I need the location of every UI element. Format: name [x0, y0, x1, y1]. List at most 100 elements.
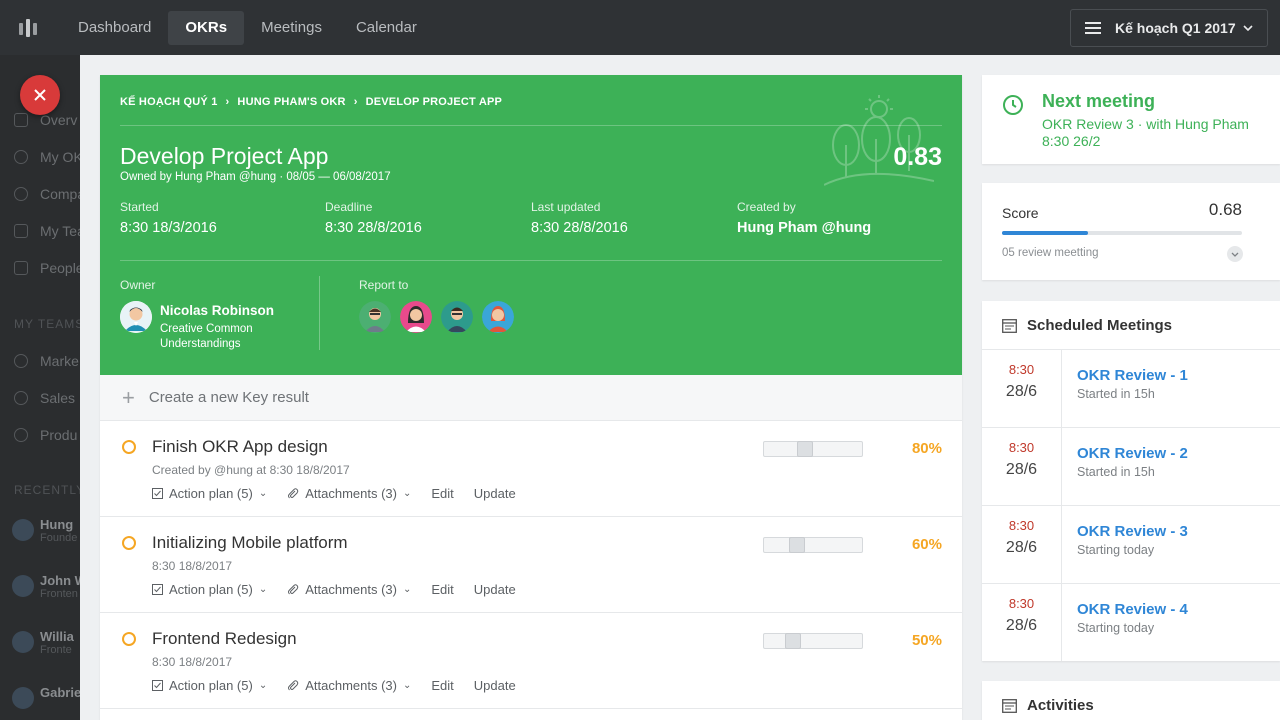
meeting-item[interactable]: 8:30 28/6 OKR Review - 1 Started in 15h	[982, 349, 1280, 427]
sidebar-team-marketing[interactable]: Marke	[14, 353, 79, 369]
team-icon	[14, 354, 28, 368]
sidebar-user[interactable]: Hung Founde	[12, 517, 77, 544]
team-icon	[14, 224, 28, 238]
nav-dashboard[interactable]: Dashboard	[61, 11, 168, 45]
avatar	[12, 575, 34, 597]
plan-dropdown[interactable]: Kế hoạch Q1 2017	[1070, 9, 1268, 47]
update-link[interactable]: Update	[474, 486, 516, 501]
key-result-title[interactable]: Frontend Redesign	[152, 629, 297, 649]
meeting-item[interactable]: 8:30 28/6 OKR Review - 4 Starting today	[982, 583, 1280, 661]
attachments-dropdown[interactable]: Attachments (3) ⌄	[287, 678, 411, 693]
key-result-row[interactable]: Initializing Mobile platform 8:30 18/8/2…	[100, 517, 962, 613]
action-plan-dropdown[interactable]: Action plan (5) ⌄	[152, 678, 267, 693]
key-result-actions: Action plan (5) ⌄ Attachments (3) ⌄ Edit U…	[152, 486, 536, 501]
sidebar-item-my-team[interactable]: My Tea	[14, 223, 80, 239]
divider	[120, 260, 942, 261]
chevron-down-icon: ⌄	[258, 680, 268, 691]
nav-okrs[interactable]: OKRs	[168, 10, 245, 45]
company-icon	[14, 187, 28, 201]
plus-icon: +	[122, 384, 135, 410]
app-logo[interactable]	[0, 0, 55, 55]
breadcrumb-item[interactable]: KẾ HOẠCH QUÝ 1	[120, 96, 218, 108]
sidebar-team-product[interactable]: Produ	[14, 427, 77, 443]
meeting-item[interactable]: 8:30 28/6 OKR Review - 3 Starting today	[982, 505, 1280, 583]
key-result-created: 8:30 18/8/2017	[152, 559, 233, 573]
meeting-name[interactable]: OKR Review - 1	[1077, 367, 1188, 384]
activities-card: Activities	[982, 681, 1280, 720]
owner-avatar[interactable]	[120, 301, 152, 333]
sidebar-team-sales[interactable]: Sales	[14, 390, 75, 406]
avatar	[12, 519, 34, 541]
chevron-down-icon: ⌄	[402, 584, 412, 595]
progress-slider[interactable]	[763, 633, 863, 649]
meeting-name[interactable]: OKR Review - 2	[1077, 445, 1188, 462]
meeting-item[interactable]: 8:30 28/6 OKR Review - 2 Started in 15h	[982, 427, 1280, 505]
action-plan-dropdown[interactable]: Action plan (5) ⌄	[152, 582, 267, 597]
edit-link[interactable]: Edit	[431, 678, 453, 693]
key-result-row[interactable]: Frontend Redesign 8:30 18/8/2017 Action …	[100, 613, 962, 709]
create-key-result-label: Create a new Key result	[148, 389, 309, 406]
score-value: 0.68	[1208, 200, 1242, 219]
slider-handle[interactable]	[785, 633, 801, 649]
edit-link[interactable]: Edit	[431, 486, 453, 501]
sidebar-user[interactable]: John WFronten	[12, 573, 80, 600]
progress-percent: 80%	[911, 440, 942, 457]
status-circle-icon[interactable]	[122, 536, 136, 550]
key-result-title[interactable]: Initializing Mobile platform	[152, 533, 348, 553]
sidebar-user[interactable]: Gabrie	[12, 685, 80, 709]
avatar	[12, 687, 34, 709]
action-plan-dropdown[interactable]: Action plan (5) ⌄	[152, 486, 267, 501]
create-key-result-button[interactable]: + Create a new Key result	[100, 375, 962, 421]
meeting-datetime: 8:30 28/6	[982, 350, 1062, 427]
key-result-row[interactable]: Finish OKR App design Created by @hung a…	[100, 421, 962, 517]
nav-meetings[interactable]: Meetings	[244, 11, 339, 45]
status-circle-icon[interactable]	[122, 440, 136, 454]
progress-slider[interactable]	[763, 441, 863, 457]
main-nav: Dashboard OKRs Meetings Calendar	[61, 0, 434, 55]
close-button[interactable]	[20, 75, 60, 115]
sidebar-section-recent: RECENTLY U	[14, 483, 80, 497]
breadcrumb-separator-icon: ›	[353, 96, 358, 108]
edit-link[interactable]: Edit	[431, 582, 453, 597]
expand-button[interactable]	[1227, 246, 1243, 262]
attachments-dropdown[interactable]: Attachments (3) ⌄	[287, 486, 411, 501]
overview-icon	[14, 113, 28, 127]
owner-label: Owner	[120, 278, 156, 292]
breadcrumb-item[interactable]: HUNG PHAM'S OKR	[237, 96, 345, 108]
meeting-status: Started in 15h	[1077, 387, 1155, 401]
progress-slider[interactable]	[763, 537, 863, 553]
owner-name[interactable]: Nicolas Robinson	[160, 303, 274, 318]
report-to-label: Report to	[359, 278, 409, 292]
nav-calendar[interactable]: Calendar	[339, 11, 434, 45]
meeting-status: Starting today	[1077, 543, 1155, 557]
attachments-dropdown[interactable]: Attachments (3) ⌄	[287, 582, 411, 597]
avatar[interactable]	[482, 301, 514, 333]
status-circle-icon[interactable]	[122, 632, 136, 646]
slider-handle[interactable]	[797, 441, 813, 457]
breadcrumb-item[interactable]: DEVELOP PROJECT APP	[366, 96, 502, 108]
sidebar-item-overview[interactable]: Overv	[14, 112, 77, 128]
next-meeting-card[interactable]: Next meeting OKR Review 3 · with Hung Ph…	[982, 75, 1280, 164]
meeting-name[interactable]: OKR Review - 4	[1077, 601, 1188, 618]
scheduled-meetings-header: Scheduled Meetings	[1002, 317, 1172, 334]
meeting-name[interactable]: OKR Review - 3	[1077, 523, 1188, 540]
sidebar-item-people[interactable]: People	[14, 260, 80, 276]
avatar[interactable]	[441, 301, 473, 333]
key-result-created: Created by @hung at 8:30 18/8/2017	[152, 463, 350, 477]
meta-deadline: Deadline 8:30 28/8/2016	[325, 200, 422, 236]
sidebar-item-my-okrs[interactable]: My OK	[14, 149, 80, 165]
okr-title: Develop Project App	[120, 143, 329, 169]
avatar[interactable]	[359, 301, 391, 333]
sidebar-user[interactable]: Willia Fronte	[12, 629, 74, 656]
update-link[interactable]: Update	[474, 582, 516, 597]
activities-header: Activities	[1002, 697, 1094, 714]
heart-icon	[14, 150, 28, 164]
key-result-title[interactable]: Finish OKR App design	[152, 437, 328, 457]
slider-handle[interactable]	[789, 537, 805, 553]
scheduled-meetings-card: Scheduled Meetings 8:30 28/6 OKR Review -…	[982, 301, 1280, 661]
sidebar-item-company[interactable]: Compa	[14, 186, 80, 202]
score-label: Score	[1002, 205, 1039, 221]
avatar[interactable]	[400, 301, 432, 333]
update-link[interactable]: Update	[474, 678, 516, 693]
score-card: Score 0.68 05 review meetting	[982, 183, 1280, 280]
